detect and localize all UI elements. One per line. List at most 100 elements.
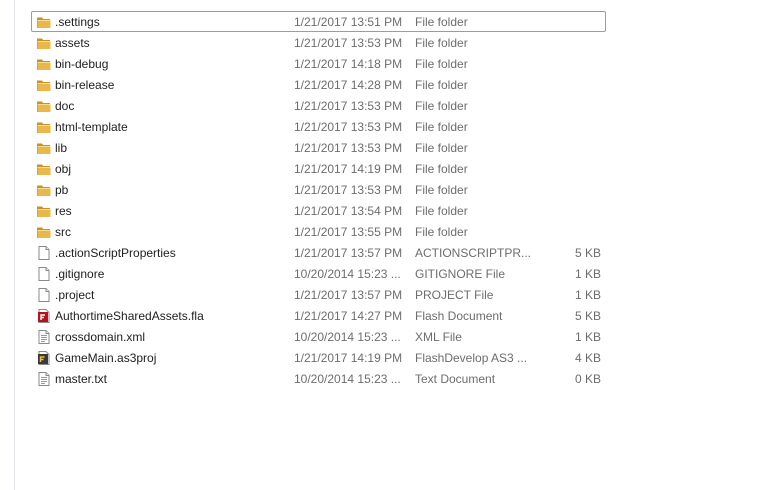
file-date-modified: 1/21/2017 13:53 PM (294, 183, 403, 197)
file-type: File folder (415, 57, 468, 71)
file-type: File folder (415, 162, 468, 176)
file-row[interactable]: pb 1/21/2017 13:53 PM File folder (31, 179, 606, 200)
file-row[interactable]: GameMain.as3proj 1/21/2017 14:19 PM Flas… (31, 347, 606, 368)
file-type: File folder (415, 120, 468, 134)
file-type: FlashDevelop AS3 ... (415, 351, 528, 365)
file-date-modified: 1/21/2017 14:28 PM (294, 78, 403, 92)
file-size: 4 KB (574, 351, 601, 365)
folder-icon (36, 56, 52, 72)
file-type: XML File (415, 330, 462, 344)
file-name: res (55, 204, 72, 218)
file-date-modified: 1/21/2017 14:27 PM (294, 309, 403, 323)
file-date-modified: 1/21/2017 14:19 PM (294, 351, 403, 365)
text-file-icon (36, 371, 52, 387)
file-type: File folder (415, 36, 468, 50)
file-size: 0 KB (574, 372, 601, 386)
folder-icon (36, 203, 52, 219)
file-size: 1 KB (574, 288, 601, 302)
file-row[interactable]: master.txt 10/20/2014 15:23 ... Text Doc… (31, 368, 606, 389)
file-date-modified: 1/21/2017 13:57 PM (294, 246, 403, 260)
file-size: 1 KB (574, 330, 601, 344)
file-date-modified: 1/21/2017 13:54 PM (294, 204, 403, 218)
file-date-modified: 1/21/2017 14:19 PM (294, 162, 403, 176)
file-date-modified: 1/21/2017 13:57 PM (294, 288, 403, 302)
file-type: File folder (415, 99, 468, 113)
file-name: html-template (55, 120, 128, 134)
file-row[interactable]: res 1/21/2017 13:54 PM File folder (31, 200, 606, 221)
folder-icon (36, 35, 52, 51)
file-row[interactable]: assets 1/21/2017 13:53 PM File folder (31, 32, 606, 53)
file-row[interactable]: bin-debug 1/21/2017 14:18 PM File folder (31, 53, 606, 74)
file-icon (36, 245, 52, 261)
file-list: .settings 1/21/2017 13:51 PM File folder… (31, 11, 606, 389)
file-date-modified: 10/20/2014 15:23 ... (294, 372, 401, 386)
file-name: assets (55, 36, 90, 50)
file-name: doc (55, 99, 75, 113)
file-row[interactable]: lib 1/21/2017 13:53 PM File folder (31, 137, 606, 158)
file-row[interactable]: bin-release 1/21/2017 14:28 PM File fold… (31, 74, 606, 95)
file-name: GameMain.as3proj (55, 351, 157, 365)
file-list-pane: .settings 1/21/2017 13:51 PM File folder… (0, 0, 772, 490)
file-name: pb (55, 183, 69, 197)
file-size: 5 KB (574, 246, 601, 260)
file-date-modified: 1/21/2017 13:51 PM (294, 15, 403, 29)
file-name: bin-debug (55, 57, 109, 71)
flashdevelop-project-icon (36, 350, 52, 366)
folder-icon (36, 98, 52, 114)
file-type: File folder (415, 78, 468, 92)
file-date-modified: 1/21/2017 14:18 PM (294, 57, 403, 71)
folder-icon (36, 77, 52, 93)
file-name: bin-release (55, 78, 115, 92)
folder-icon (36, 161, 52, 177)
flash-document-icon (36, 308, 52, 324)
file-size: 5 KB (574, 309, 601, 323)
file-name: crossdomain.xml (55, 330, 146, 344)
folder-icon (36, 224, 52, 240)
file-date-modified: 10/20/2014 15:23 ... (294, 330, 401, 344)
folder-icon (36, 119, 52, 135)
file-type: Flash Document (415, 309, 503, 323)
file-date-modified: 1/21/2017 13:53 PM (294, 120, 403, 134)
file-type: Text Document (415, 372, 496, 386)
file-row[interactable]: html-template 1/21/2017 13:53 PM File fo… (31, 116, 606, 137)
file-row[interactable]: AuthortimeSharedAssets.fla 1/21/2017 14:… (31, 305, 606, 326)
file-row[interactable]: crossdomain.xml 10/20/2014 15:23 ... XML… (31, 326, 606, 347)
folder-icon (36, 14, 52, 30)
file-type: ACTIONSCRIPTPR... (415, 246, 532, 260)
file-name: obj (55, 162, 72, 176)
file-name: .settings (55, 15, 100, 29)
file-name: .project (55, 288, 95, 302)
file-icon (36, 266, 52, 282)
file-name: .gitignore (55, 267, 105, 281)
file-name: master.txt (55, 372, 108, 386)
file-name: AuthortimeSharedAssets.fla (55, 309, 204, 323)
text-file-icon (36, 329, 52, 345)
folder-icon (36, 182, 52, 198)
file-size: 1 KB (574, 267, 601, 281)
file-date-modified: 1/21/2017 13:53 PM (294, 99, 403, 113)
file-row[interactable]: .gitignore 10/20/2014 15:23 ... GITIGNOR… (31, 263, 606, 284)
file-row[interactable]: src 1/21/2017 13:55 PM File folder (31, 221, 606, 242)
file-row[interactable]: obj 1/21/2017 14:19 PM File folder (31, 158, 606, 179)
file-date-modified: 1/21/2017 13:53 PM (294, 36, 403, 50)
file-name: lib (55, 141, 68, 155)
navigation-pane-edge (0, 0, 15, 490)
file-row[interactable]: .actionScriptProperties 1/21/2017 13:57 … (31, 242, 606, 263)
file-type: File folder (415, 225, 468, 239)
file-date-modified: 1/21/2017 13:55 PM (294, 225, 403, 239)
file-row[interactable]: .settings 1/21/2017 13:51 PM File folder (31, 11, 606, 32)
file-date-modified: 1/21/2017 13:53 PM (294, 141, 403, 155)
file-type: File folder (415, 141, 468, 155)
file-name: .actionScriptProperties (55, 246, 176, 260)
file-icon (36, 287, 52, 303)
file-date-modified: 10/20/2014 15:23 ... (294, 267, 401, 281)
file-type: File folder (415, 204, 468, 218)
file-type: File folder (415, 183, 468, 197)
file-type: PROJECT File (415, 288, 494, 302)
file-row[interactable]: .project 1/21/2017 13:57 PM PROJECT File… (31, 284, 606, 305)
file-type: File folder (415, 15, 468, 29)
file-type: GITIGNORE File (415, 267, 506, 281)
folder-icon (36, 140, 52, 156)
file-name: src (55, 225, 71, 239)
file-row[interactable]: doc 1/21/2017 13:53 PM File folder (31, 95, 606, 116)
